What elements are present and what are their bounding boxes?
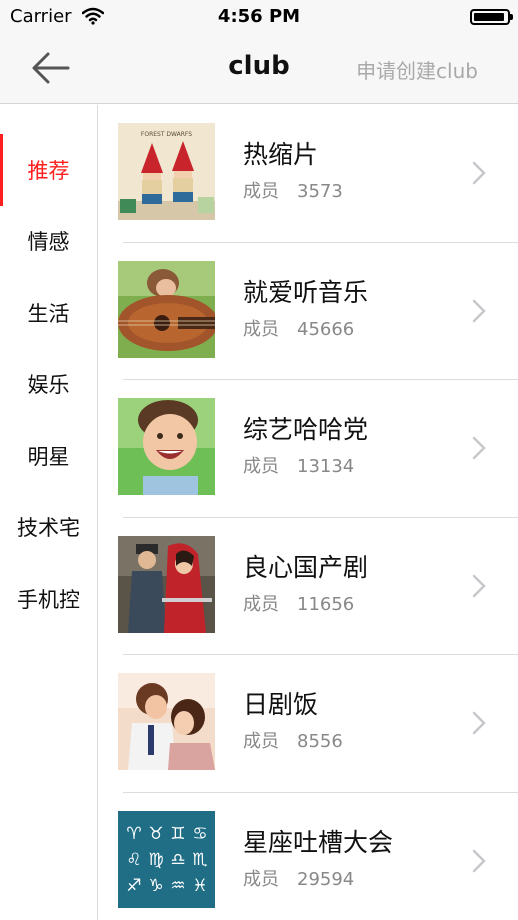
club-row[interactable]: ♈ ♉ ♊ ♋ ♌ ♍ ♎ ♏ ♐ ♑ ♒ ♓ 星座吐槽大会 成员 29594 xyxy=(99,793,518,920)
club-member-info: 成员 8556 xyxy=(243,727,343,753)
member-count: 3573 xyxy=(297,181,343,202)
club-row[interactable]: 良心国产剧 成员 11656 xyxy=(99,518,518,656)
sidebar-item-emotion[interactable]: 情感 xyxy=(0,206,97,278)
club-member-info: 成员 29594 xyxy=(243,865,354,891)
sidebar-item-life[interactable]: 生活 xyxy=(0,277,97,349)
member-count: 13134 xyxy=(297,456,355,477)
battery-icon xyxy=(470,9,513,25)
club-thumbnail xyxy=(118,535,215,633)
svg-text:♒: ♒ xyxy=(170,876,185,896)
svg-text:♓: ♓ xyxy=(192,876,207,896)
club-thumbnail: FOREST DWARFS xyxy=(118,123,215,220)
svg-text:♐: ♐ xyxy=(126,876,141,896)
club-thumbnail xyxy=(118,398,215,495)
club-row[interactable]: 综艺哈哈党 成员 13134 xyxy=(99,380,518,518)
svg-text:♌: ♌ xyxy=(126,850,141,870)
sidebar-item-phone[interactable]: 手机控 xyxy=(0,563,97,635)
status-bar: Carrier 4:56 PM xyxy=(0,0,518,34)
club-thumbnail xyxy=(118,260,215,358)
club-thumbnail xyxy=(118,673,215,770)
sidebar-item-celebrity[interactable]: 明星 xyxy=(0,420,97,492)
club-row[interactable]: 日剧饭 成员 8556 xyxy=(99,655,518,793)
member-label: 成员 xyxy=(243,593,279,615)
club-name: 良心国产剧 xyxy=(243,552,369,582)
club-list: FOREST DWARFS 热缩片 成员 3573 就爱听音乐 成员 45666… xyxy=(99,105,518,920)
member-count: 45666 xyxy=(297,318,355,340)
member-label: 成员 xyxy=(243,456,279,477)
chevron-right-icon xyxy=(472,711,486,735)
svg-text:♍: ♍ xyxy=(148,850,163,870)
member-label: 成员 xyxy=(243,731,279,752)
svg-text:♎: ♎ xyxy=(170,850,185,870)
navigation-bar: club 申请创建club xyxy=(0,34,518,104)
sidebar-item-recommended[interactable]: 推荐 xyxy=(0,134,97,206)
clock-time: 4:56 PM xyxy=(217,6,301,27)
member-label: 成员 xyxy=(243,318,279,340)
club-name: 热缩片 xyxy=(243,140,319,169)
member-count: 8556 xyxy=(297,731,343,752)
create-club-button[interactable]: 申请创建club xyxy=(356,55,478,84)
club-name: 综艺哈哈党 xyxy=(243,415,369,444)
member-label: 成员 xyxy=(243,181,279,202)
club-member-info: 成员 3573 xyxy=(243,177,343,203)
battery-level xyxy=(474,13,505,21)
svg-text:♈: ♈ xyxy=(126,824,141,844)
svg-text:♋: ♋ xyxy=(192,824,207,844)
chevron-right-icon xyxy=(472,574,486,597)
svg-text:♉: ♉ xyxy=(148,824,163,844)
category-sidebar: 推荐 情感 生活 娱乐 明星 技术宅 手机控 xyxy=(0,105,98,920)
club-thumbnail: ♈ ♉ ♊ ♋ ♌ ♍ ♎ ♏ ♐ ♑ ♒ ♓ xyxy=(118,810,215,908)
chevron-right-icon xyxy=(472,436,486,460)
chevron-right-icon xyxy=(472,299,486,322)
svg-text:♑: ♑ xyxy=(148,876,163,896)
club-member-info: 成员 11656 xyxy=(243,590,354,616)
member-count: 29594 xyxy=(297,868,355,890)
club-row[interactable]: 就爱听音乐 成员 45666 xyxy=(99,243,518,381)
thumbnail-caption: FOREST DWARFS xyxy=(141,131,192,138)
member-label: 成员 xyxy=(243,868,279,890)
club-member-info: 成员 45666 xyxy=(243,315,354,341)
club-name: 星座吐槽大会 xyxy=(243,827,394,857)
svg-text:♏: ♏ xyxy=(192,850,207,870)
chevron-right-icon xyxy=(472,161,486,185)
club-row[interactable]: FOREST DWARFS 热缩片 成员 3573 xyxy=(99,105,518,243)
svg-text:♊: ♊ xyxy=(170,824,185,844)
club-member-info: 成员 13134 xyxy=(243,452,354,478)
club-name: 就爱听音乐 xyxy=(243,277,369,307)
chevron-right-icon xyxy=(472,849,486,872)
sidebar-item-entertainment[interactable]: 娱乐 xyxy=(0,349,97,421)
sidebar-item-tech[interactable]: 技术宅 xyxy=(0,492,97,564)
member-count: 11656 xyxy=(297,593,355,615)
club-name: 日剧饭 xyxy=(243,690,319,719)
